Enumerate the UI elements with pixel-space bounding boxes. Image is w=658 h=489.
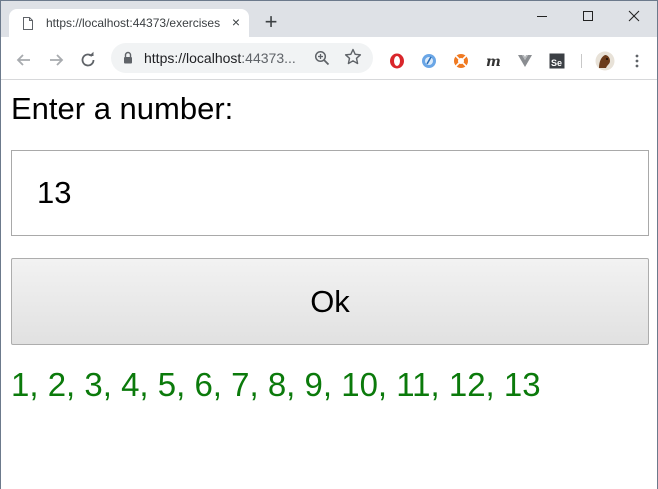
back-icon[interactable]	[15, 51, 33, 69]
avatar-icon[interactable]	[595, 51, 615, 71]
tab-close-icon[interactable]: ×	[229, 14, 243, 30]
opera-icon[interactable]	[389, 53, 405, 69]
blue-circle-icon[interactable]	[421, 53, 437, 69]
lock-icon	[124, 51, 132, 64]
browser-tab[interactable]: https://localhost:44373/exercises ×	[9, 9, 249, 37]
url-host: https://localhost	[144, 50, 242, 66]
tab-strip: https://localhost:44373/exercises × +	[1, 1, 657, 37]
number-input[interactable]	[11, 150, 649, 236]
url-rest: :44373...	[241, 50, 296, 66]
browser-toolbar: https://localhost:44373... m Se	[1, 37, 657, 80]
close-icon	[628, 10, 640, 22]
m-icon[interactable]: m	[485, 53, 501, 69]
minimize-button[interactable]	[519, 1, 565, 31]
maximize-icon	[583, 11, 593, 21]
toolbar-separator	[581, 54, 582, 68]
bookmark-star-icon[interactable]	[344, 48, 362, 66]
browser-window: https://localhost:44373/exercises × + ht…	[0, 0, 658, 489]
document-icon	[23, 17, 33, 30]
new-tab-icon[interactable]: +	[263, 11, 279, 33]
page-content: Enter a number: Ok 1, 2, 3, 4, 5, 6, 7, …	[1, 81, 657, 489]
reload-icon[interactable]	[79, 51, 97, 69]
prompt-label: Enter a number:	[11, 91, 234, 126]
menu-kebab-icon[interactable]	[629, 53, 645, 69]
svg-text:m: m	[486, 54, 501, 69]
url-text: https://localhost:44373...	[144, 50, 296, 66]
svg-text:Se: Se	[551, 58, 562, 68]
close-window-button[interactable]	[611, 1, 657, 31]
orange-lifebuoy-icon[interactable]	[453, 53, 469, 69]
selenium-icon[interactable]: Se	[549, 53, 565, 69]
address-bar[interactable]: https://localhost:44373...	[111, 43, 373, 73]
maximize-button[interactable]	[565, 1, 611, 31]
forward-icon[interactable]	[47, 51, 65, 69]
vue-icon[interactable]	[517, 53, 533, 69]
zoom-icon[interactable]	[314, 50, 330, 66]
tab-title: https://localhost:44373/exercises	[46, 16, 221, 30]
minimize-icon	[537, 16, 547, 17]
ok-button[interactable]: Ok	[11, 258, 649, 345]
result-text: 1, 2, 3, 4, 5, 6, 7, 8, 9, 10, 11, 12, 1…	[11, 366, 541, 403]
